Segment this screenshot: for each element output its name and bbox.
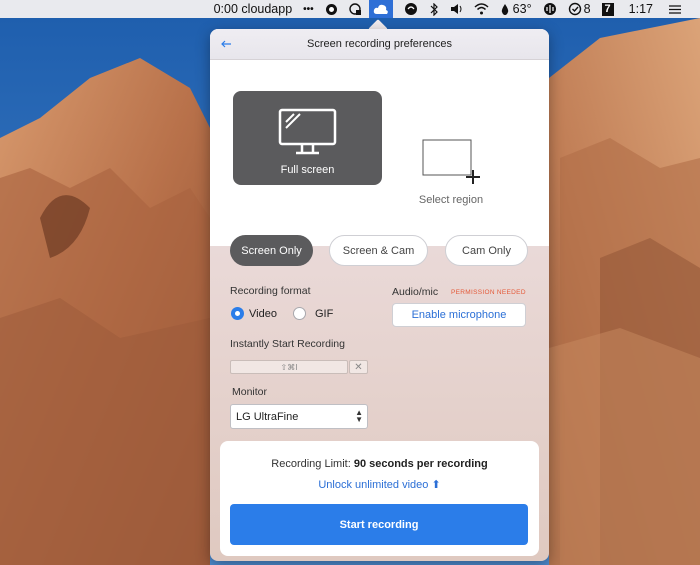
- region-plus-icon: [422, 139, 480, 184]
- volume-icon[interactable]: [450, 0, 463, 18]
- shortcut-recorder-field[interactable]: ⇧⌘I: [230, 360, 348, 374]
- record-status-icon[interactable]: [325, 0, 338, 18]
- monitor-label: Monitor: [232, 386, 268, 398]
- video-option-label[interactable]: Video: [249, 308, 277, 320]
- capture-mode-area: Full screen Select region: [210, 60, 549, 246]
- monitor-select[interactable]: LG UltraFine ▲ ▼: [230, 404, 368, 429]
- voice-icon[interactable]: [543, 0, 557, 18]
- monitor-select-value: LG UltraFine: [236, 410, 299, 423]
- clock-check-icon[interactable]: 8: [568, 0, 591, 18]
- audio-mic-label: Audio/mic: [392, 286, 439, 298]
- full-screen-option[interactable]: Full screen: [233, 91, 382, 185]
- audio-app-icon[interactable]: [404, 0, 418, 18]
- popover-titlebar: Screen recording preferences: [210, 29, 549, 60]
- select-region-label: Select region: [418, 194, 484, 206]
- clear-shortcut-button[interactable]: ✕: [349, 360, 368, 374]
- wifi-icon[interactable]: [474, 0, 489, 18]
- instant-start-label: Instantly Start Recording: [230, 338, 345, 350]
- cam-only-toggle[interactable]: Cam Only: [445, 235, 528, 266]
- recording-limit-text: Recording Limit: 90 seconds per recordin…: [220, 458, 539, 470]
- video-radio[interactable]: [231, 307, 244, 320]
- clock[interactable]: 1:17: [629, 0, 653, 18]
- weather-icon[interactable]: 63°: [500, 0, 532, 18]
- recording-timer[interactable]: 0:00 cloudapp: [214, 0, 293, 18]
- recording-format-label: Recording format: [230, 285, 311, 297]
- cloudapp-icon[interactable]: [368, 0, 393, 18]
- recording-footer: Recording Limit: 90 seconds per recordin…: [220, 441, 539, 556]
- lock-icon[interactable]: [348, 0, 362, 18]
- bluetooth-icon[interactable]: [429, 0, 439, 18]
- task-count: 8: [583, 2, 591, 16]
- enable-microphone-button[interactable]: Enable microphone: [392, 303, 526, 327]
- permission-needed-badge: PERMISSION NEEDED: [451, 289, 526, 296]
- select-region-option[interactable]: Select region: [413, 139, 489, 209]
- recording-limit-value: 90 seconds per recording: [353, 458, 488, 470]
- menu-bar: 0:00 cloudapp ••• 63° 8 7 1:17: [0, 0, 700, 18]
- more-menu[interactable]: •••: [303, 0, 314, 18]
- gif-radio[interactable]: [293, 307, 306, 320]
- start-recording-button[interactable]: Start recording: [230, 504, 528, 545]
- recording-preferences-popover: Screen recording preferences Full screen…: [210, 29, 549, 561]
- popover-title: Screen recording preferences: [307, 38, 452, 50]
- seven-badge: 7: [601, 2, 614, 16]
- screen-only-toggle[interactable]: Screen Only: [230, 235, 313, 266]
- monitor-icon: [278, 108, 337, 155]
- seven-app-icon[interactable]: 7: [601, 0, 614, 18]
- gif-option-label[interactable]: GIF: [315, 308, 333, 320]
- full-screen-label: Full screen: [280, 164, 335, 176]
- screen-and-cam-toggle[interactable]: Screen & Cam: [329, 235, 428, 266]
- recording-limit-prefix: Recording Limit:: [271, 458, 351, 470]
- unlock-unlimited-link[interactable]: Unlock unlimited video ⬆: [220, 478, 539, 491]
- chevron-updown-icon: ▲ ▼: [355, 408, 363, 424]
- control-center-icon[interactable]: [668, 0, 682, 18]
- weather-temp: 63°: [512, 2, 532, 16]
